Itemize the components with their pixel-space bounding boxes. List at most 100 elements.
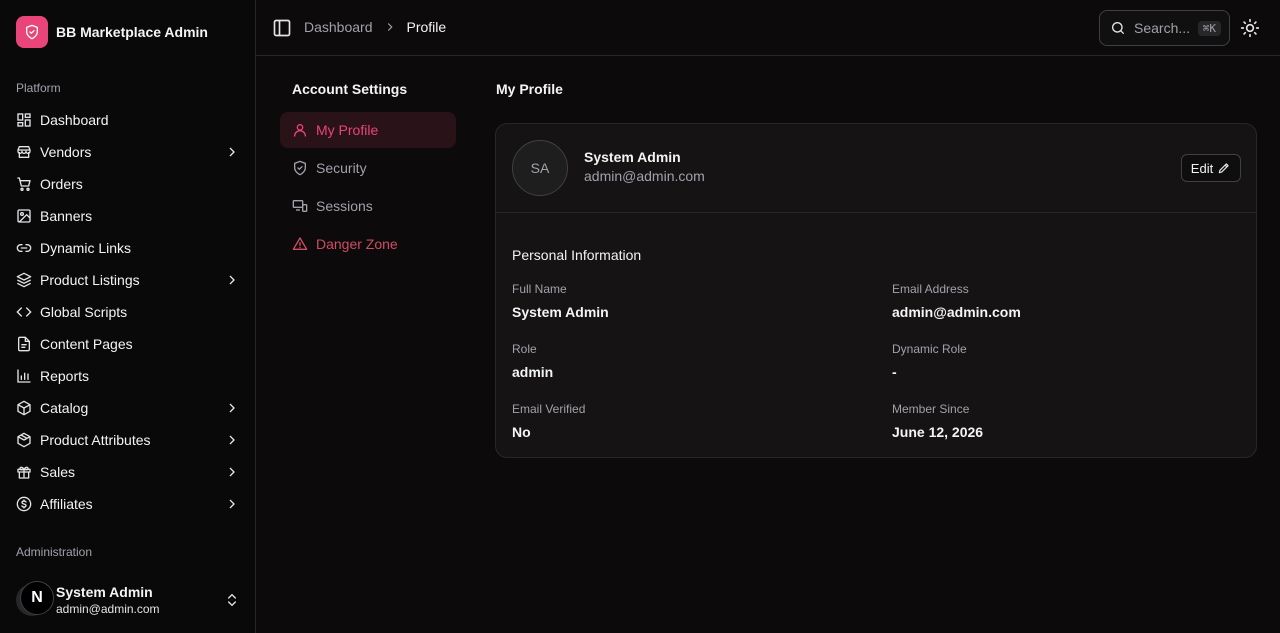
chevron-right-icon bbox=[229, 435, 235, 445]
chevron-right-icon bbox=[229, 467, 235, 477]
profile-card: SA System Admin admin@admin.com Edit Per… bbox=[495, 123, 1257, 458]
account-settings-nav: My Profile Security Sessions Danger Zone bbox=[280, 112, 456, 264]
sidebar-item-label: Catalog bbox=[40, 400, 89, 416]
cart-icon bbox=[17, 177, 31, 191]
chevron-right-icon bbox=[229, 275, 235, 285]
n-badge: N bbox=[20, 581, 54, 615]
field-value: admin bbox=[512, 364, 554, 380]
sidebar-item-dynamic-links[interactable]: Dynamic Links bbox=[8, 232, 248, 264]
field-full-name: Full Name System Admin bbox=[512, 281, 609, 321]
warning-icon bbox=[292, 237, 308, 250]
chevron-right-icon bbox=[229, 147, 235, 157]
sidebar-item-label: Product Listings bbox=[40, 272, 140, 288]
sidebar-item-label: Global Scripts bbox=[40, 304, 128, 320]
search-icon bbox=[1112, 22, 1124, 34]
field-value: admin@admin.com bbox=[892, 304, 1021, 320]
code-icon bbox=[16, 307, 32, 317]
field-value: No bbox=[512, 424, 531, 440]
sidebar-item-label: Content Pages bbox=[40, 336, 133, 352]
user-menu[interactable]: N System Admin admin@admin.com bbox=[16, 580, 240, 620]
settings-item-my-profile[interactable]: My Profile bbox=[280, 112, 456, 148]
personal-information-title: Personal Information bbox=[512, 247, 642, 263]
sidebar-item-vendors[interactable]: Vendors bbox=[8, 136, 248, 168]
settings-item-sessions[interactable]: Sessions bbox=[280, 188, 456, 224]
sidebar-item-sales[interactable]: Sales bbox=[8, 456, 248, 488]
dollar-circle-icon bbox=[16, 496, 32, 512]
sidebar-item-label: Vendors bbox=[40, 144, 92, 160]
user-email: admin@admin.com bbox=[56, 602, 160, 616]
search-button[interactable]: Search... ⌘K bbox=[1099, 10, 1230, 46]
settings-item-label: My Profile bbox=[316, 122, 379, 138]
sidebar: BB Marketplace Admin Platform Dashboard … bbox=[0, 0, 256, 633]
sidebar-item-content-pages[interactable]: Content Pages bbox=[8, 328, 248, 360]
sidebar-toggle-button[interactable] bbox=[272, 18, 292, 38]
chevron-right-icon bbox=[229, 403, 235, 413]
brand[interactable]: BB Marketplace Admin bbox=[16, 16, 208, 48]
sidebar-nav: Dashboard Vendors Orders Banners Dynamic… bbox=[8, 104, 248, 520]
sidebar-item-product-attributes[interactable]: Product Attributes bbox=[8, 424, 248, 456]
user-info: System Admin admin@admin.com bbox=[56, 583, 224, 617]
sidebar-item-reports[interactable]: Reports bbox=[8, 360, 248, 392]
dashboard-icon bbox=[17, 113, 31, 127]
search-placeholder: Search... bbox=[1134, 20, 1191, 36]
breadcrumb-current: Profile bbox=[406, 19, 447, 35]
avatar: N bbox=[16, 581, 54, 616]
field-value: System Admin bbox=[512, 304, 609, 320]
sidebar-item-label: Product Attributes bbox=[40, 432, 151, 448]
edit-profile-button[interactable]: Edit bbox=[1181, 154, 1241, 182]
field-label: Email Verified bbox=[512, 402, 586, 416]
store-icon bbox=[17, 146, 31, 158]
field-role: Role admin bbox=[512, 341, 553, 381]
file-icon bbox=[18, 336, 30, 352]
sidebar-item-label: Affiliates bbox=[40, 496, 93, 512]
sun-icon bbox=[1240, 18, 1260, 38]
layers-icon bbox=[16, 272, 32, 288]
settings-item-label: Danger Zone bbox=[316, 236, 398, 252]
gift-icon bbox=[17, 466, 31, 479]
sidebar-item-label: Banners bbox=[40, 208, 93, 224]
sidebar-item-label: Dashboard bbox=[40, 112, 109, 128]
account-settings-title: Account Settings bbox=[292, 81, 408, 97]
shield-icon bbox=[294, 160, 306, 176]
breadcrumb-dashboard-link[interactable]: Dashboard bbox=[304, 19, 373, 35]
devices-icon bbox=[292, 200, 308, 212]
image-icon bbox=[17, 209, 31, 223]
breadcrumb: Dashboard Profile bbox=[304, 19, 446, 35]
section-label-administration: Administration bbox=[16, 545, 93, 559]
field-label: Role bbox=[512, 342, 537, 356]
sidebar-item-label: Reports bbox=[40, 368, 90, 384]
edit-label: Edit bbox=[1190, 160, 1214, 176]
page-title: My Profile bbox=[496, 81, 563, 97]
settings-item-label: Security bbox=[316, 160, 367, 176]
field-email-address: Email Address admin@admin.com bbox=[892, 281, 1021, 321]
chevron-right-icon bbox=[229, 499, 235, 509]
field-dynamic-role: Dynamic Role - bbox=[892, 341, 967, 381]
profile-email: admin@admin.com bbox=[584, 168, 705, 184]
chevron-right-icon bbox=[387, 23, 393, 31]
settings-item-security[interactable]: Security bbox=[280, 150, 456, 186]
field-value: June 12, 2026 bbox=[892, 424, 984, 440]
link-icon bbox=[16, 244, 32, 252]
brand-title: BB Marketplace Admin bbox=[56, 24, 208, 40]
field-value: - bbox=[892, 364, 897, 380]
section-label-platform: Platform bbox=[16, 81, 61, 95]
field-label: Member Since bbox=[892, 402, 970, 416]
sidebar-item-dashboard[interactable]: Dashboard bbox=[8, 104, 248, 136]
theme-toggle-button[interactable] bbox=[1240, 18, 1260, 38]
sidebar-item-catalog[interactable]: Catalog bbox=[8, 392, 248, 424]
avatar: SA bbox=[512, 140, 568, 196]
sidebar-item-label: Sales bbox=[40, 464, 76, 480]
settings-item-danger-zone[interactable]: Danger Zone bbox=[280, 226, 456, 262]
sidebar-item-affiliates[interactable]: Affiliates bbox=[8, 488, 248, 520]
sidebar-item-orders[interactable]: Orders bbox=[8, 168, 248, 200]
sidebar-item-product-listings[interactable]: Product Listings bbox=[8, 264, 248, 296]
profile-header: SA System Admin admin@admin.com Edit bbox=[496, 124, 1256, 213]
field-email-verified: Email Verified No bbox=[512, 401, 585, 441]
settings-item-label: Sessions bbox=[316, 198, 373, 214]
sidebar-item-global-scripts[interactable]: Global Scripts bbox=[8, 296, 248, 328]
bar-chart-icon bbox=[17, 369, 31, 383]
sidebar-item-banners[interactable]: Banners bbox=[8, 200, 248, 232]
sidebar-item-label: Dynamic Links bbox=[40, 240, 132, 256]
search-shortcut: ⌘K bbox=[1197, 20, 1221, 36]
panel-left-icon bbox=[273, 19, 291, 37]
